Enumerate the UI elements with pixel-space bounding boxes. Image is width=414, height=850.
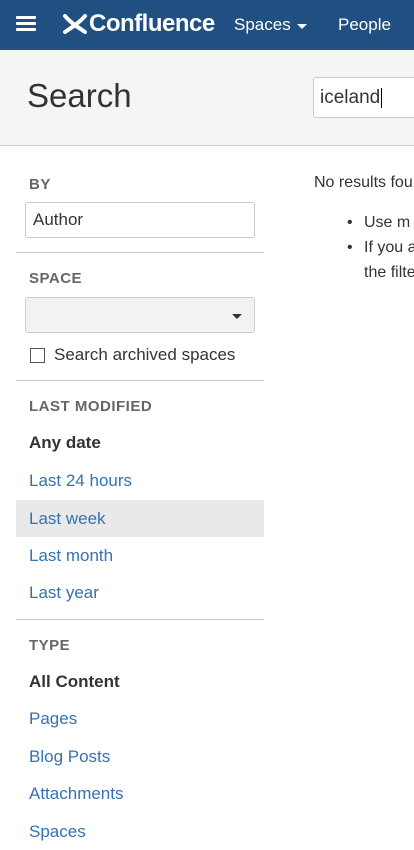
nav-people-link[interactable]: People xyxy=(338,15,391,35)
confluence-logo[interactable]: Confluence xyxy=(62,9,215,39)
date-filter-last-month[interactable]: Last month xyxy=(16,537,264,574)
archived-spaces-checkbox[interactable] xyxy=(30,347,45,363)
date-filter-last-week[interactable]: Last week xyxy=(16,500,264,537)
text-cursor xyxy=(381,87,383,108)
confluence-x-icon xyxy=(63,14,87,34)
nav-spaces-label: Spaces xyxy=(234,15,291,34)
type-filter-spaces[interactable]: Spaces xyxy=(16,813,264,850)
type-filter-pages[interactable]: Pages xyxy=(16,700,264,737)
author-filter-input[interactable]: Author xyxy=(25,202,255,238)
logo-text: Confluence xyxy=(89,10,215,37)
space-select[interactable] xyxy=(25,297,255,333)
last-modified-section-title: LAST MODIFIED xyxy=(29,398,153,415)
date-filter-last-24-hours[interactable]: Last 24 hours xyxy=(16,462,264,499)
menu-icon[interactable] xyxy=(16,16,36,32)
divider xyxy=(16,252,264,253)
type-filter-all-content[interactable]: All Content xyxy=(16,663,264,700)
divider xyxy=(16,380,264,381)
no-results-message: No results fou xyxy=(314,174,413,191)
search-archived-spaces-option[interactable]: Search archived spaces xyxy=(30,345,235,365)
search-header: Search iceland xyxy=(0,50,414,146)
divider xyxy=(16,619,264,620)
search-query-text: iceland xyxy=(320,87,381,108)
type-section-title: TYPE xyxy=(29,637,71,654)
search-tip-text: the filte xyxy=(364,264,414,281)
list-item: the filte xyxy=(314,260,414,285)
search-tips-list: • Use m • If you a the filte xyxy=(314,210,414,285)
by-section-title: BY xyxy=(29,176,51,193)
date-filter-last-year[interactable]: Last year xyxy=(16,574,264,611)
search-results-panel: No results fou • Use m • If you a the filt… xyxy=(314,174,414,285)
bullet: • xyxy=(347,214,353,231)
search-tip-text: Use m xyxy=(364,214,411,231)
page-title: Search xyxy=(27,77,132,114)
archived-spaces-label: Search archived spaces xyxy=(54,345,236,364)
top-navigation-bar: Confluence Spaces People xyxy=(0,0,414,50)
bullet: • xyxy=(347,239,353,256)
dropdown-arrow-icon xyxy=(232,314,242,319)
type-filter-attachments[interactable]: Attachments xyxy=(16,775,264,812)
search-tip-text: If you a xyxy=(364,239,414,256)
date-filter-any-date[interactable]: Any date xyxy=(16,424,264,461)
type-filter-blog-posts[interactable]: Blog Posts xyxy=(16,738,264,775)
list-item: • Use m xyxy=(314,210,414,235)
space-section-title: SPACE xyxy=(29,270,83,287)
chevron-down-icon xyxy=(296,23,307,29)
search-query-input[interactable]: iceland xyxy=(313,77,414,118)
list-item: • If you a xyxy=(314,235,414,260)
nav-spaces-menu[interactable]: Spaces xyxy=(234,15,307,35)
